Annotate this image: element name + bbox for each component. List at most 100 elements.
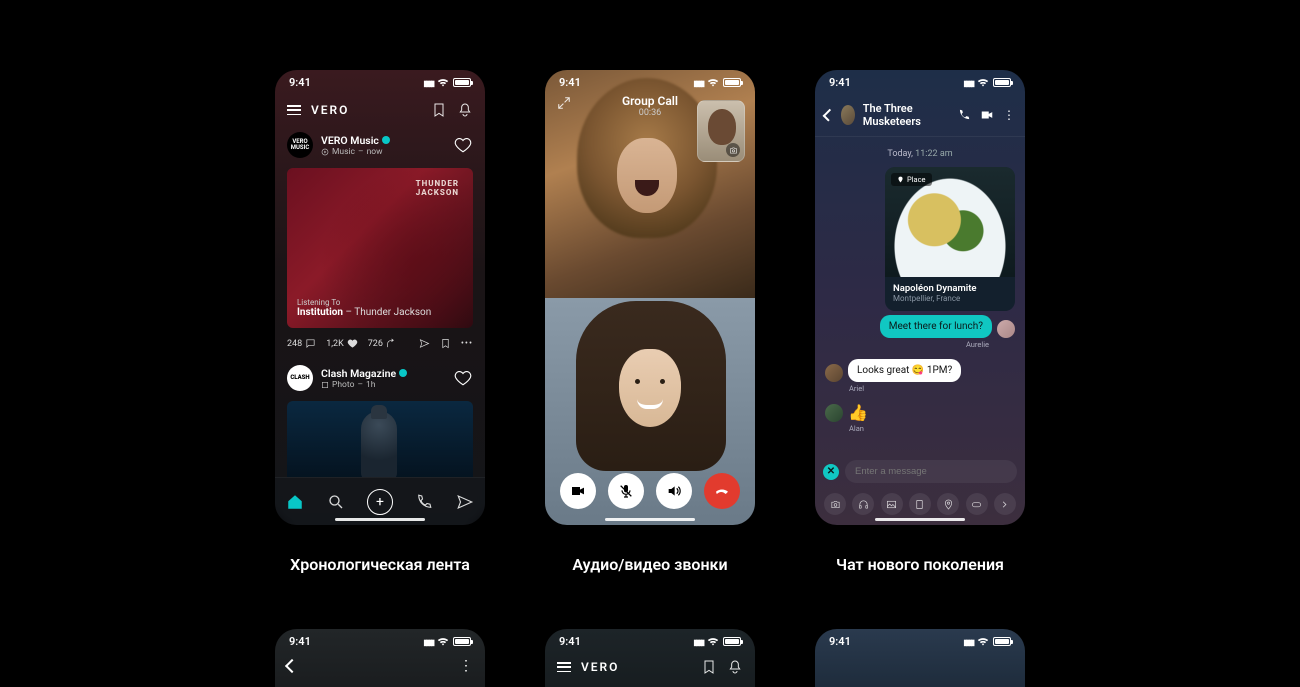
call-icon[interactable] bbox=[957, 108, 971, 122]
game-icon[interactable] bbox=[966, 493, 988, 515]
message-input[interactable] bbox=[845, 460, 1017, 483]
place-name: Napoléon Dynamite bbox=[893, 283, 1007, 294]
phone-peek: 9:41 ⋮ bbox=[275, 629, 485, 687]
like-icon[interactable] bbox=[453, 136, 473, 154]
more-icon[interactable]: ⋮ bbox=[1003, 109, 1015, 121]
phone-feed: 9:41 VERO bbox=[275, 70, 485, 525]
post-actions: 248 1,2K 726 ••• bbox=[275, 328, 485, 353]
status-time: 9:41 bbox=[559, 76, 581, 89]
image-icon[interactable] bbox=[881, 493, 903, 515]
message-in[interactable]: Looks great 😋 1PM? bbox=[848, 359, 961, 382]
bell-icon[interactable] bbox=[727, 659, 743, 675]
status-bar: 9:41 bbox=[275, 629, 485, 653]
feed-post: CLASH Clash Magazine Photo – 1h bbox=[275, 359, 485, 477]
home-indicator bbox=[335, 518, 425, 521]
place-card[interactable]: Place Napoléon Dynamite Montpellier, Fra… bbox=[885, 167, 1015, 311]
status-bar: 9:41 bbox=[545, 629, 755, 653]
feed-post: VEROMUSIC VERO Music Music – now bbox=[275, 126, 485, 359]
headphones-icon[interactable] bbox=[852, 493, 874, 515]
bookmark-icon[interactable] bbox=[701, 659, 717, 675]
status-bar: 9:41 bbox=[545, 70, 755, 94]
more-icon[interactable]: ⋮ bbox=[459, 659, 473, 673]
back-icon[interactable] bbox=[285, 659, 299, 673]
status-time: 9:41 bbox=[559, 635, 581, 648]
menu-icon[interactable] bbox=[287, 105, 301, 115]
comments-count[interactable]: 248 bbox=[287, 338, 316, 349]
post-username[interactable]: VERO Music bbox=[321, 134, 390, 147]
self-view[interactable] bbox=[697, 100, 745, 162]
bookmark-small-icon[interactable] bbox=[440, 338, 451, 349]
wifi-icon bbox=[977, 637, 989, 646]
camera-icon[interactable] bbox=[824, 493, 846, 515]
phone-icon[interactable] bbox=[415, 493, 433, 511]
day-separator: Today, 11:22 am bbox=[825, 149, 1015, 159]
sender-avatar[interactable] bbox=[825, 364, 843, 382]
sender-avatar[interactable] bbox=[997, 320, 1015, 338]
cellular-icon bbox=[423, 635, 433, 648]
camera-button[interactable] bbox=[560, 473, 596, 509]
home-icon[interactable] bbox=[286, 493, 304, 511]
shares-count[interactable]: 726 bbox=[368, 338, 397, 349]
sender-avatar[interactable] bbox=[825, 404, 843, 422]
album-art[interactable]: THUNDERJACKSON Listening To Institution … bbox=[287, 168, 473, 328]
compose-button[interactable]: + bbox=[367, 489, 393, 515]
book-icon[interactable] bbox=[909, 493, 931, 515]
composer: ✕ bbox=[815, 454, 1025, 489]
cellular-icon bbox=[963, 76, 973, 89]
feed-header: VERO bbox=[275, 94, 485, 126]
verified-icon bbox=[382, 136, 390, 144]
caption-calls: Аудио/видео звонки bbox=[572, 555, 727, 574]
battery-icon bbox=[993, 637, 1011, 646]
end-call-button[interactable] bbox=[704, 473, 740, 509]
share-icon[interactable] bbox=[456, 493, 474, 511]
more-attach-icon[interactable] bbox=[994, 493, 1016, 515]
menu-icon[interactable] bbox=[557, 662, 571, 672]
wifi-icon bbox=[437, 78, 449, 87]
sender-name: Alan bbox=[849, 424, 1015, 433]
message-out[interactable]: Meet there for lunch? bbox=[880, 315, 992, 338]
likes-count[interactable]: 1,2K bbox=[326, 338, 358, 349]
status-time: 9:41 bbox=[289, 76, 311, 89]
caption-feed: Хронологическая лента bbox=[290, 555, 470, 574]
wifi-icon bbox=[977, 78, 989, 87]
place-tag: Place bbox=[891, 173, 932, 186]
more-icon[interactable]: ••• bbox=[461, 339, 473, 349]
phone-chat: 9:41 The Three Musketeers ⋮ bbox=[815, 70, 1025, 525]
back-icon[interactable] bbox=[823, 109, 835, 121]
close-icon[interactable]: ✕ bbox=[823, 464, 839, 480]
bell-icon[interactable] bbox=[457, 102, 473, 118]
verified-icon bbox=[399, 369, 407, 377]
flip-camera-icon[interactable] bbox=[726, 143, 740, 157]
status-time: 9:41 bbox=[829, 635, 851, 648]
like-icon[interactable] bbox=[453, 369, 473, 387]
cellular-icon bbox=[693, 635, 703, 648]
video-icon[interactable] bbox=[979, 108, 995, 122]
avatar[interactable]: CLASH bbox=[287, 365, 313, 391]
sender-name: Aurelie bbox=[825, 340, 989, 349]
bookmark-icon[interactable] bbox=[431, 102, 447, 118]
mute-button[interactable] bbox=[608, 473, 644, 509]
home-indicator bbox=[605, 518, 695, 521]
sender-name: Ariel bbox=[849, 384, 1015, 393]
post-username[interactable]: Clash Magazine bbox=[321, 367, 407, 380]
chat-avatar[interactable] bbox=[841, 105, 855, 125]
post-photo[interactable] bbox=[287, 401, 473, 477]
chat-body: Today, 11:22 am Place Napoléon Dynamite … bbox=[815, 137, 1025, 454]
wifi-icon bbox=[437, 637, 449, 646]
reaction[interactable]: 👍 bbox=[848, 403, 868, 422]
battery-icon bbox=[993, 78, 1011, 87]
speaker-button[interactable] bbox=[656, 473, 692, 509]
location-icon[interactable] bbox=[937, 493, 959, 515]
status-time: 9:41 bbox=[829, 76, 851, 89]
post-meta: Music – now bbox=[321, 147, 390, 157]
chat-title[interactable]: The Three Musketeers bbox=[863, 102, 941, 128]
avatar[interactable]: VEROMUSIC bbox=[287, 132, 313, 158]
cellular-icon bbox=[423, 76, 433, 89]
cellular-icon bbox=[693, 76, 703, 89]
send-icon[interactable] bbox=[419, 338, 430, 349]
status-bar: 9:41 bbox=[275, 70, 485, 94]
search-icon[interactable] bbox=[327, 493, 345, 511]
post-meta: Photo – 1h bbox=[321, 380, 407, 390]
phone-call: 9:41 Group Call 00:36 bbox=[545, 70, 755, 525]
battery-icon bbox=[723, 637, 741, 646]
